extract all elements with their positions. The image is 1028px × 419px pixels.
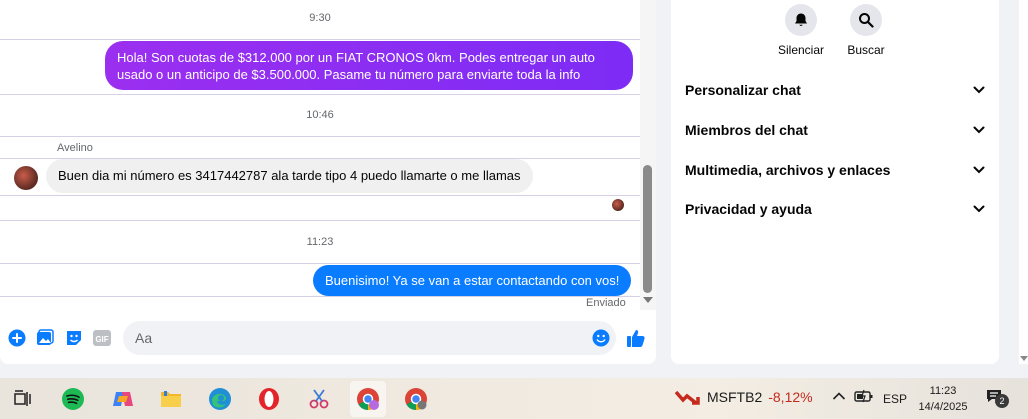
section-label: Privacidad y ayuda (685, 201, 812, 217)
composer: GIF (0, 318, 656, 358)
stock-widget[interactable]: MSFTB2 -8,12% (675, 389, 813, 405)
timestamp: 10:46 (306, 109, 334, 121)
scroll-thumb[interactable] (643, 165, 652, 293)
chat-panel: 9:30 Hola! Son cuotas de $312.000 por un… (0, 0, 656, 364)
search-button[interactable]: Buscar (831, 4, 901, 57)
section-chat-members[interactable]: Miembros del chat (685, 118, 985, 142)
chrome-profile-icon[interactable] (350, 381, 386, 417)
language-indicator[interactable]: ESP (883, 392, 907, 406)
scrollbar[interactable] (640, 0, 656, 310)
gif-icon[interactable]: GIF (92, 328, 112, 348)
message-input[interactable] (123, 321, 616, 355)
section-customize-chat[interactable]: Personalizar chat (685, 78, 985, 102)
bell-icon[interactable] (785, 4, 817, 36)
sticker-icon[interactable] (64, 328, 84, 348)
system-clock[interactable]: 11:23 14/4/2025 (912, 383, 974, 415)
divider (0, 195, 640, 196)
image-icon[interactable] (35, 328, 55, 348)
section-media-files-links[interactable]: Multimedia, archivos y enlaces (685, 158, 985, 182)
divider (0, 263, 640, 264)
chat-info-panel: Silenciar Buscar Personalizar chat Miemb… (671, 0, 999, 364)
battery-icon[interactable] (854, 389, 874, 406)
mute-button[interactable]: Silenciar (766, 4, 836, 57)
spotify-icon[interactable] (60, 386, 86, 412)
stock-down-icon (675, 390, 700, 405)
divider (0, 220, 640, 221)
clock-date: 14/4/2025 (918, 401, 968, 413)
divider (0, 296, 640, 297)
seen-avatar (612, 199, 624, 211)
section-label: Miembros del chat (685, 122, 808, 138)
edge-browser-icon[interactable] (207, 386, 233, 412)
plus-circle-icon[interactable] (7, 328, 27, 348)
sender-name: Avelino (57, 142, 93, 154)
message-outgoing[interactable]: Buenisimo! Ya se van a estar contactando… (313, 265, 632, 296)
chevron-down-icon (973, 205, 985, 213)
divider (0, 136, 640, 137)
scroll-down-arrow[interactable] (1020, 356, 1028, 361)
chevron-down-icon (973, 166, 985, 174)
task-view-icon[interactable] (9, 386, 35, 412)
avatar[interactable] (14, 166, 38, 190)
file-explorer-icon[interactable] (158, 386, 184, 412)
message-status: Enviado (586, 297, 626, 309)
chevron-up-icon[interactable] (832, 390, 846, 404)
mute-label: Silenciar (777, 43, 825, 57)
divider (0, 39, 640, 40)
section-label: Personalizar chat (685, 82, 801, 98)
copilot-icon[interactable] (110, 386, 136, 412)
search-label: Buscar (847, 43, 885, 57)
timestamp: 9:30 (309, 12, 331, 24)
emoji-icon[interactable] (591, 328, 611, 348)
section-privacy-help[interactable]: Privacidad y ayuda (685, 197, 985, 221)
notification-badge: 2 (995, 394, 1009, 408)
stock-change: -8,12% (768, 389, 813, 405)
timestamp: 11:23 (306, 236, 334, 248)
scroll-down-arrow[interactable] (643, 297, 653, 303)
snipping-tool-icon[interactable] (306, 386, 332, 412)
stock-name: MSFTB2 (707, 389, 763, 405)
message-incoming[interactable]: Buen dia mi número es 3417442787 ala tar… (46, 159, 533, 193)
chrome-icon[interactable] (403, 386, 429, 412)
chevron-down-icon (973, 126, 985, 134)
page-scrollbar[interactable] (1019, 0, 1028, 364)
notification-center[interactable]: 2 (985, 388, 1011, 410)
opera-icon[interactable] (256, 386, 282, 412)
chevron-down-icon (973, 86, 985, 94)
divider (0, 94, 640, 95)
message-outgoing[interactable]: Hola! Son cuotas de $312.000 por un FIAT… (105, 41, 633, 90)
gif-label: GIF (95, 335, 108, 344)
taskbar: MSFTB2 -8,12% ESP 11:23 14/4/2025 2 (0, 378, 1028, 419)
search-icon[interactable] (850, 4, 882, 36)
like-icon[interactable] (626, 328, 646, 348)
clock-time: 11:23 (929, 385, 957, 397)
section-label: Multimedia, archivos y enlaces (685, 162, 891, 178)
